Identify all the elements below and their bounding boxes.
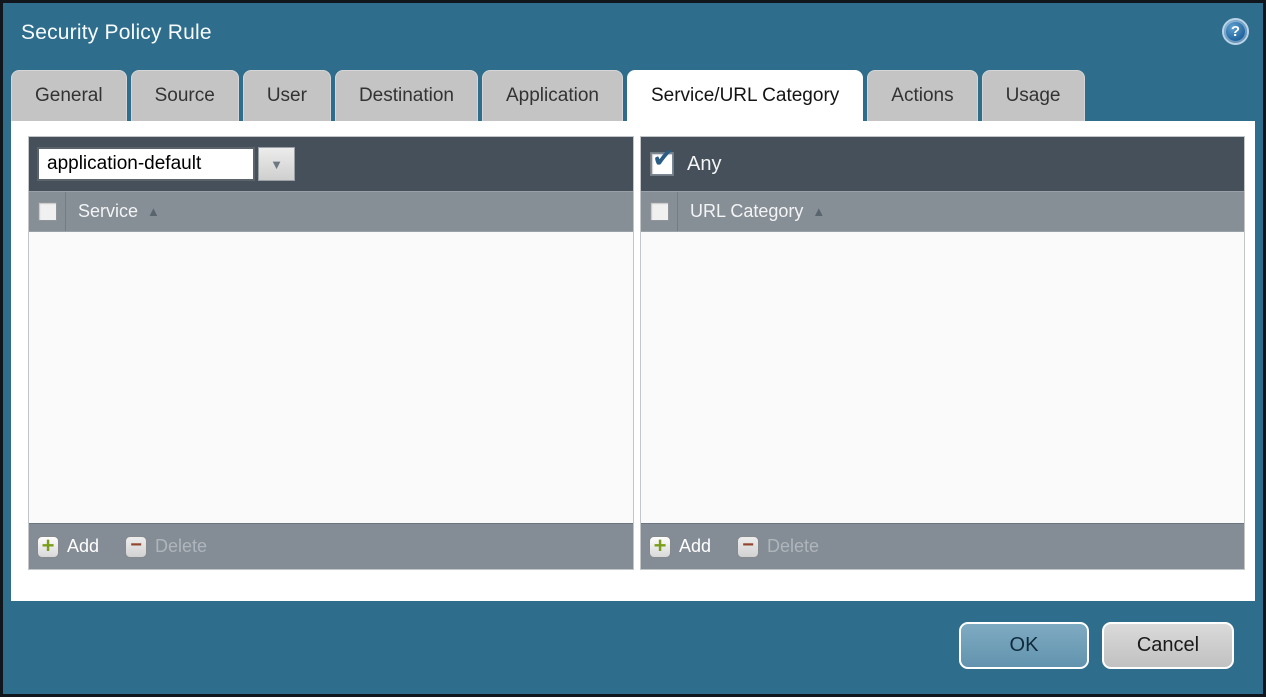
security-policy-rule-dialog: Security Policy Rule ? General Source Us… [0, 0, 1266, 697]
sort-ascending-icon: ▲ [147, 204, 160, 219]
service-column-header: Service ▲ [29, 191, 633, 232]
delete-icon: − [737, 536, 759, 558]
any-label: Any [687, 153, 721, 176]
service-add-button[interactable]: + Add [37, 536, 99, 558]
url-category-select-all-checkbox[interactable] [650, 202, 669, 221]
dialog-title: Security Policy Rule [21, 21, 212, 45]
service-panel-footer: + Add − Delete [29, 523, 633, 569]
url-category-panel-footer: + Add − Delete [641, 523, 1244, 569]
any-checkbox[interactable]: ✔ [651, 153, 673, 175]
sort-ascending-icon: ▲ [812, 204, 825, 219]
url-category-select-all-cell [641, 192, 678, 231]
url-category-column-header: URL Category ▲ [641, 191, 1244, 232]
tab-general[interactable]: General [11, 70, 127, 121]
service-panel: ▼ Service ▲ + Add − De [28, 136, 634, 570]
tab-content-area: ▼ Service ▲ + Add − De [11, 121, 1255, 601]
url-category-any-row: ✔ Any [641, 137, 1244, 191]
service-delete-button[interactable]: − Delete [125, 536, 207, 558]
tab-application[interactable]: Application [482, 70, 623, 121]
service-list-body [29, 232, 633, 523]
service-select-all-cell [29, 192, 66, 231]
add-icon: + [37, 536, 59, 558]
tab-usage[interactable]: Usage [982, 70, 1085, 121]
checkmark-icon: ✔ [652, 145, 675, 172]
tab-service-url-category[interactable]: Service/URL Category [627, 70, 863, 121]
ok-button[interactable]: OK [959, 622, 1089, 669]
service-type-input[interactable] [37, 147, 255, 181]
cancel-button[interactable]: Cancel [1102, 622, 1234, 669]
tab-user[interactable]: User [243, 70, 331, 121]
tab-bar: General Source User Destination Applicat… [11, 70, 1255, 121]
service-column-title[interactable]: Service ▲ [78, 201, 160, 222]
help-icon[interactable]: ? [1222, 18, 1249, 45]
tab-source[interactable]: Source [131, 70, 239, 121]
url-category-list-body [641, 232, 1244, 523]
tab-destination[interactable]: Destination [335, 70, 478, 121]
delete-icon: − [125, 536, 147, 558]
service-select-all-checkbox[interactable] [38, 202, 57, 221]
service-type-dropdown-button[interactable]: ▼ [258, 147, 295, 181]
url-category-add-button[interactable]: + Add [649, 536, 711, 558]
url-category-column-title[interactable]: URL Category ▲ [690, 201, 825, 222]
url-category-panel: ✔ Any URL Category ▲ + Add [640, 136, 1245, 570]
url-category-delete-button[interactable]: − Delete [737, 536, 819, 558]
service-type-toolbar: ▼ [29, 137, 633, 191]
tab-actions[interactable]: Actions [867, 70, 977, 121]
chevron-down-icon: ▼ [270, 157, 283, 172]
add-icon: + [649, 536, 671, 558]
